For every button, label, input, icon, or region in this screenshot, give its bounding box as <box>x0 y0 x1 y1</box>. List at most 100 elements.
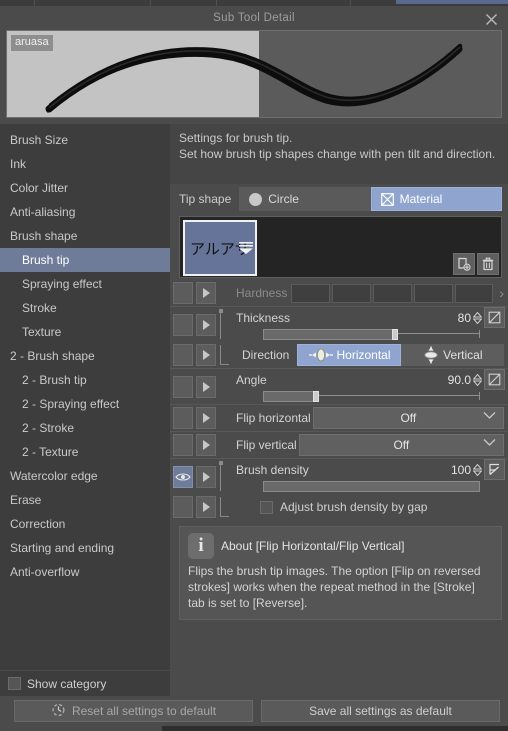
hardness-expand-toggle[interactable] <box>196 282 216 304</box>
sidebar-item[interactable]: Spraying effect <box>0 272 170 296</box>
show-category-checkbox[interactable] <box>8 677 21 690</box>
thickness-slider[interactable] <box>263 329 480 340</box>
flip-vertical-dropdown[interactable]: Off <box>298 434 504 456</box>
sidebar-item[interactable]: Brush shape <box>0 224 170 248</box>
direction-option-vertical-label: Vertical <box>443 348 483 362</box>
tip-shape-option-circle[interactable]: Circle <box>239 187 371 211</box>
trash-icon[interactable] <box>477 253 499 275</box>
sidebar-item[interactable]: Starting and ending <box>0 536 170 560</box>
info-icon: i <box>188 533 214 559</box>
hardness-swatch[interactable] <box>454 283 494 303</box>
adjust-by-gap-checkbox[interactable] <box>260 500 273 514</box>
sidebar-item[interactable]: 2 - Stroke <box>0 416 170 440</box>
thickness-spinner[interactable]: 80 <box>458 307 508 328</box>
thickness-body: Thickness 80 <box>219 307 508 342</box>
preview-stroke <box>45 43 463 113</box>
thickness-slider-knob <box>391 329 398 340</box>
brush-density-spinner[interactable]: 100 <box>451 459 508 480</box>
hardness-swatch[interactable] <box>413 283 453 303</box>
material-list-wrap: アルアサ <box>170 214 508 280</box>
thickness-enable-toggle[interactable] <box>173 313 193 336</box>
sidebar-item[interactable]: Watercolor edge <box>0 464 170 488</box>
brush-density-expand-toggle[interactable] <box>196 465 216 488</box>
save-all-settings-button[interactable]: Save all settings as default <box>261 700 500 722</box>
angle-enable-toggle[interactable] <box>173 375 193 398</box>
sidebar-item[interactable]: Anti-overflow <box>0 560 170 584</box>
sidebar-item[interactable]: 2 - Texture <box>0 440 170 464</box>
brush-density-slider[interactable] <box>263 481 480 492</box>
angle-label: Angle <box>236 372 267 387</box>
settings-rows: Hardness › Thickness 80 Direction Horizo… <box>170 280 508 520</box>
sidebar-item[interactable]: 2 - Brush tip <box>0 368 170 392</box>
flip-vertical-label: Flip vertical <box>236 438 297 452</box>
duplicate-add-icon[interactable] <box>453 253 475 275</box>
hardness-swatch[interactable] <box>372 283 412 303</box>
direction-option-horizontal-label: Horizontal <box>336 348 391 362</box>
horizontal-icon <box>308 348 333 362</box>
hardness-swatches: › <box>287 283 508 303</box>
preview-material-name: aruasa <box>11 35 53 51</box>
hardness-enable-toggle[interactable] <box>173 282 193 304</box>
curve-graph-icon[interactable] <box>484 459 505 480</box>
direction-expand-toggle[interactable] <box>196 344 216 366</box>
tip-shape-option-material[interactable]: Material <box>370 187 503 211</box>
brush-density-toggles <box>173 459 220 494</box>
sidebar-item[interactable]: Anti-aliasing <box>0 200 170 224</box>
description-line-1: Settings for brush tip. <box>179 131 293 145</box>
chevron-down-icon <box>483 411 496 423</box>
sidebar-item[interactable]: Texture <box>0 320 170 344</box>
chevron-right-icon[interactable]: › <box>495 285 508 301</box>
flip-horizontal-enable-toggle[interactable] <box>173 407 193 429</box>
show-category-row[interactable]: Show category <box>0 670 170 696</box>
sidebar-item[interactable]: Ink <box>0 152 170 176</box>
sidebar-item[interactable]: Brush Size <box>0 128 170 152</box>
sidebar-item[interactable]: Correction <box>0 512 170 536</box>
adjust-by-gap-enable-toggle[interactable] <box>173 496 193 518</box>
flip-horizontal-expand-toggle[interactable] <box>196 407 216 429</box>
angle-slider-knob <box>313 391 320 402</box>
material-thumbnail[interactable]: アルアサ <box>183 220 257 276</box>
adjust-by-gap-expand-toggle[interactable] <box>196 496 216 518</box>
sidebar-item[interactable]: 2 - Brush shape <box>0 344 170 368</box>
close-icon[interactable] <box>480 9 502 29</box>
brush-preview-canvas[interactable]: aruasa <box>6 30 502 118</box>
angle-body: Angle 90.0 <box>220 369 508 404</box>
dialog-titlebar[interactable]: Sub Tool Detail <box>0 6 508 30</box>
sidebar-item[interactable]: 2 - Spraying effect <box>0 392 170 416</box>
sidebar-item[interactable]: Brush tip <box>0 248 170 272</box>
no-effect-icon[interactable] <box>484 307 505 328</box>
setting-row-flip-vertical: Flip vertical Off <box>170 431 508 458</box>
about-panel: i About [Flip Horizontal/Flip Vertical] … <box>179 526 502 620</box>
tip-shape-option-circle-label: Circle <box>268 192 299 206</box>
angle-value: 90.0 <box>447 372 471 387</box>
flip-vertical-enable-toggle[interactable] <box>173 434 193 456</box>
flip-horizontal-label: Flip horizontal <box>236 411 311 425</box>
thickness-expand-toggle[interactable] <box>196 313 216 336</box>
hardness-swatch[interactable] <box>332 283 371 303</box>
category-sidebar: Brush Size Ink Color Jitter Anti-aliasing Br… <box>0 124 170 696</box>
direction-option-vertical[interactable]: Vertical <box>400 344 505 366</box>
eye-icon[interactable] <box>173 465 193 488</box>
angle-expand-toggle[interactable] <box>196 375 216 398</box>
direction-enable-toggle[interactable] <box>173 344 193 366</box>
spinner-arrows-icon[interactable] <box>473 311 482 324</box>
sidebar-item[interactable]: Stroke <box>0 296 170 320</box>
brush-preview-area: aruasa <box>0 30 508 124</box>
category-list: Brush Size Ink Color Jitter Anti-aliasing Br… <box>0 128 170 670</box>
angle-slider[interactable] <box>263 391 480 402</box>
sidebar-item[interactable]: Color Jitter <box>0 176 170 200</box>
material-list[interactable]: アルアサ <box>179 216 502 278</box>
reset-all-settings-label: Reset all settings to default <box>71 704 217 718</box>
adjust-by-gap-body: Adjust brush density by gap <box>220 494 508 520</box>
flip-vertical-expand-toggle[interactable] <box>196 434 216 456</box>
flip-horizontal-dropdown[interactable]: Off <box>312 407 504 429</box>
angle-spinner[interactable]: 90.0 <box>448 369 508 390</box>
spinner-arrows-icon[interactable] <box>473 373 482 386</box>
spinner-arrows-icon[interactable] <box>473 463 482 476</box>
sidebar-item[interactable]: Erase <box>0 488 170 512</box>
hardness-toggles <box>173 280 220 306</box>
direction-option-horizontal[interactable]: Horizontal <box>297 344 401 366</box>
reset-all-settings-button[interactable]: Reset all settings to default <box>14 700 253 722</box>
no-effect-icon[interactable] <box>484 369 505 390</box>
hardness-swatch[interactable] <box>291 283 331 303</box>
